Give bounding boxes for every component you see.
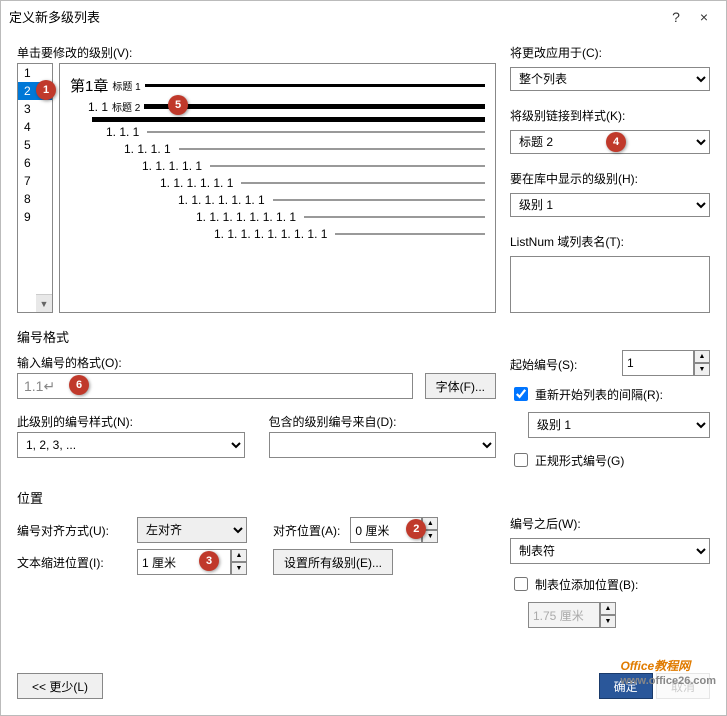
restart-level-select[interactable]: 级别 1: [528, 412, 710, 438]
number-style-select[interactable]: 1, 2, 3, ...: [17, 432, 245, 458]
level-item[interactable]: 7: [18, 172, 52, 190]
apply-to-label: 将更改应用于(C):: [510, 44, 710, 61]
gallery-level-select[interactable]: 级别 1: [510, 193, 710, 217]
spin-up-icon[interactable]: ▲: [694, 350, 710, 363]
tabstop-checkbox[interactable]: [514, 577, 528, 591]
spin-down-icon[interactable]: ▼: [231, 562, 247, 575]
callout-4: 4: [606, 132, 626, 152]
modify-level-label: 单击要修改的级别(V):: [17, 44, 496, 61]
callout-5: 5: [168, 95, 188, 115]
listnum-label: ListNum 域列表名(T):: [510, 233, 710, 250]
input-format-label: 输入编号的格式(O):: [17, 354, 496, 371]
indent-label: 文本缩进位置(I):: [17, 554, 127, 571]
less-button[interactable]: << 更少(L): [17, 673, 103, 699]
start-at-input[interactable]: [622, 350, 694, 376]
spin-down-icon: ▼: [600, 615, 616, 628]
ok-button[interactable]: 确定: [599, 673, 653, 699]
link-style-label: 将级别链接到样式(K):: [510, 107, 710, 124]
number-style-label: 此级别的编号样式(N):: [17, 413, 245, 430]
include-from-label: 包含的级别编号来自(D):: [269, 413, 497, 430]
level-item[interactable]: 2 1: [18, 82, 52, 100]
gallery-level-label: 要在库中显示的级别(H):: [510, 170, 710, 187]
aligned-at-label: 对齐位置(A):: [273, 522, 340, 539]
level-item[interactable]: 5: [18, 136, 52, 154]
restart-after-label: 重新开始列表的间隔(R):: [535, 386, 663, 403]
level-item[interactable]: 8: [18, 190, 52, 208]
align-label: 编号对齐方式(U):: [17, 522, 127, 539]
font-button[interactable]: 字体(F)...: [425, 373, 496, 399]
cancel-button[interactable]: 取消: [656, 673, 710, 699]
follow-select[interactable]: 制表符: [510, 538, 710, 564]
restart-after-checkbox[interactable]: [514, 387, 528, 401]
callout-1: 1: [36, 80, 56, 100]
callout-3: 3: [199, 551, 219, 571]
level-list[interactable]: 1 2 1 3 4 5 6 7 8 9 ▼: [17, 63, 53, 313]
titlebar: 定义新多级列表 ? ×: [1, 1, 726, 32]
dialog: 定义新多级列表 ? × 单击要修改的级别(V): 1 2 1 3 4 5: [0, 0, 727, 716]
spin-up-icon: ▲: [600, 602, 616, 615]
tabstop-label: 制表位添加位置(B):: [535, 576, 638, 593]
position-section-label: 位置: [17, 488, 710, 507]
level-item[interactable]: 9: [18, 208, 52, 226]
format-section-label: 编号格式: [17, 327, 710, 346]
preview-pane: 第1章标题 1 1. 1标题 2 5 1. 1. 1 1. 1. 1. 1 1.…: [59, 63, 496, 313]
level-item[interactable]: 4: [18, 118, 52, 136]
include-from-select[interactable]: [269, 432, 497, 458]
listnum-input[interactable]: [510, 256, 710, 313]
start-at-label: 起始编号(S):: [510, 356, 616, 373]
chevron-down-icon[interactable]: ▼: [36, 294, 52, 312]
align-select[interactable]: 左对齐: [137, 517, 247, 543]
spin-up-icon[interactable]: ▲: [231, 549, 247, 562]
level-item[interactable]: 3: [18, 100, 52, 118]
set-all-levels-button[interactable]: 设置所有级别(E)...: [273, 549, 393, 575]
spin-down-icon[interactable]: ▼: [694, 363, 710, 376]
level-item[interactable]: 6: [18, 154, 52, 172]
follow-label: 编号之后(W):: [510, 515, 710, 532]
legal-style-label: 正规形式编号(G): [535, 452, 624, 469]
legal-style-checkbox[interactable]: [514, 453, 528, 467]
callout-6: 6: [69, 375, 89, 395]
tabstop-input: [528, 602, 600, 628]
help-button[interactable]: ?: [662, 9, 690, 25]
apply-to-select[interactable]: 整个列表: [510, 67, 710, 91]
dialog-title: 定义新多级列表: [9, 7, 662, 26]
close-button[interactable]: ×: [690, 9, 718, 25]
